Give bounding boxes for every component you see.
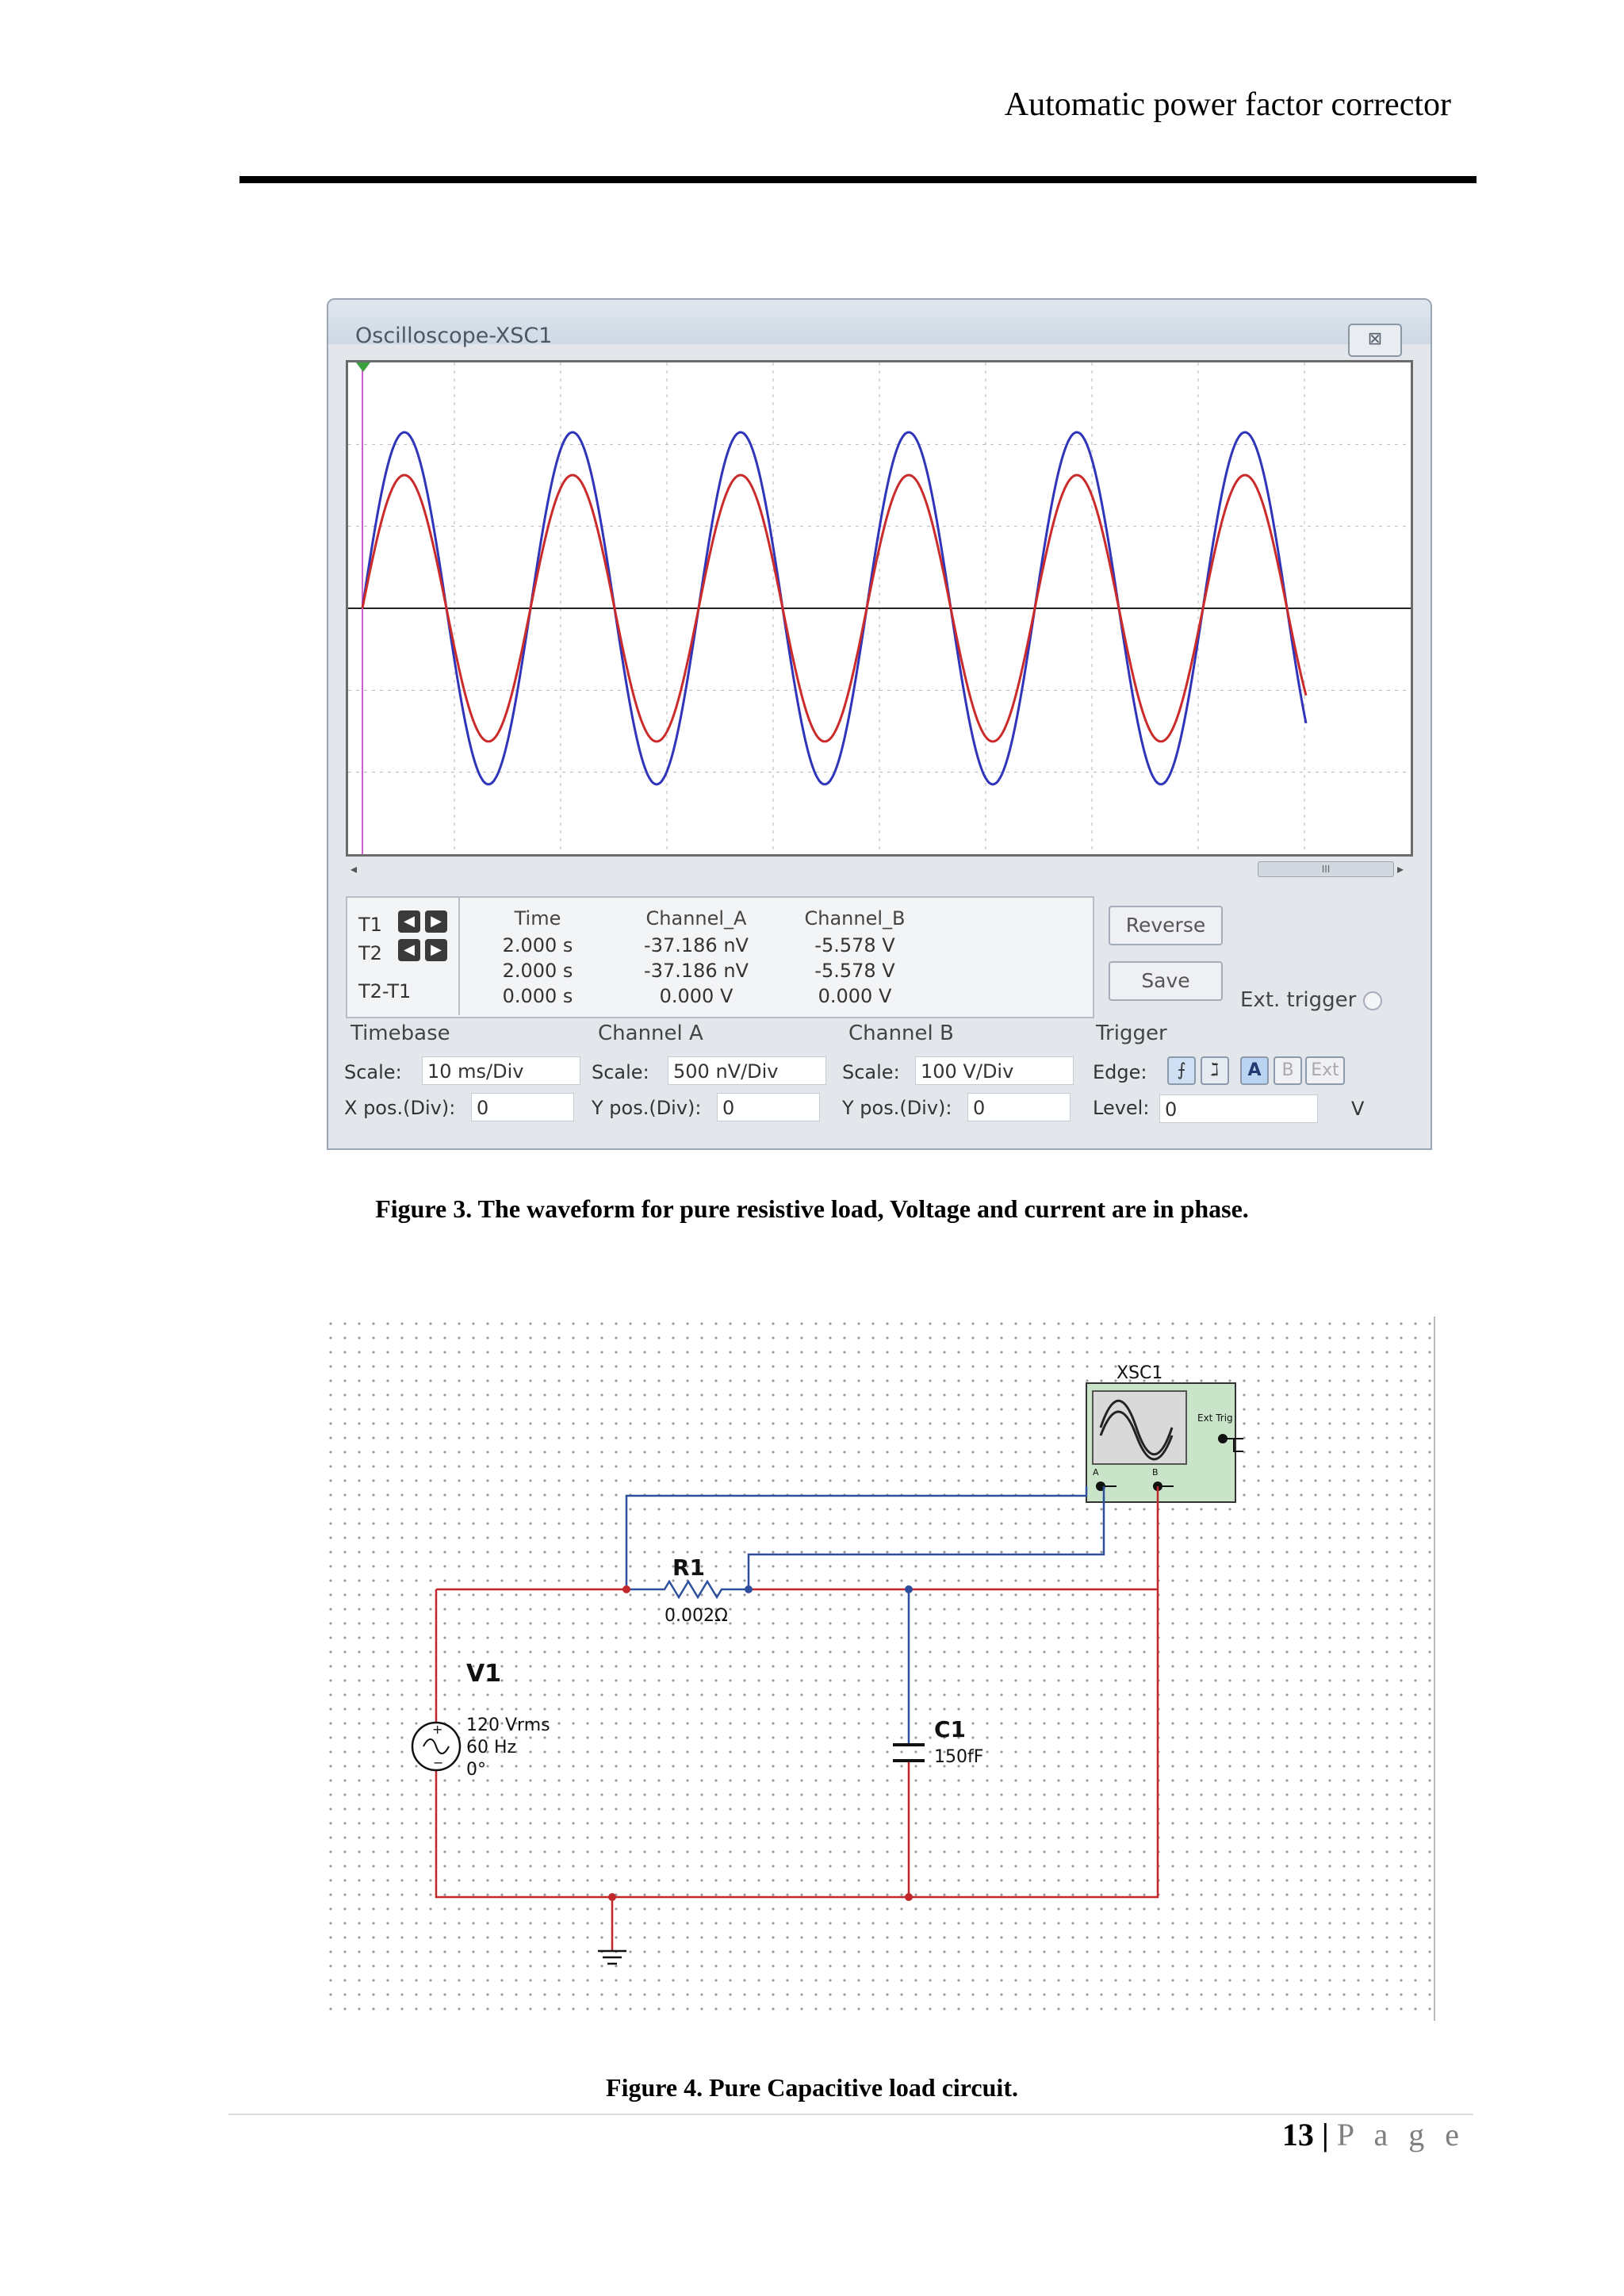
oscilloscope-display: [346, 360, 1413, 857]
trigger-title: Trigger: [1096, 1022, 1167, 1045]
junction-dot: [745, 1585, 753, 1593]
trigger-level-label: Level:: [1093, 1097, 1150, 1119]
channel-b-scale-label: Scale:: [842, 1061, 900, 1083]
ac-source-minus: −: [433, 1755, 443, 1770]
junction-dot: [905, 1585, 913, 1593]
col-head-channel-b: Channel_B: [804, 907, 906, 930]
readout-cell: 0.000 V: [659, 985, 733, 1007]
c1-name: C1: [934, 1716, 966, 1742]
reverse-button[interactable]: Reverse: [1109, 906, 1223, 945]
col-head-time: Time: [514, 907, 561, 930]
page-number-footer: 13 | P a g e: [1189, 2116, 1465, 2153]
scope-instrument-screen: [1092, 1390, 1187, 1465]
c1-value: 150fF: [934, 1747, 983, 1767]
readout-cell: -37.186 nV: [644, 960, 749, 982]
schematic-drawing: XSC1 Ext Trig A B R1 0.002Ω C1 150fF + −…: [411, 1363, 1243, 1965]
oscilloscope-window: Oscilloscope-XSC1 ⊠ ◂ III ▸ T1 ◀ ▶ T2 ◀ …: [327, 298, 1432, 1150]
trigger-source-ext-button[interactable]: Ext: [1305, 1056, 1345, 1085]
timebase-title: Timebase: [350, 1022, 450, 1045]
t1-right-arrow-icon[interactable]: ▶: [425, 910, 447, 933]
figure-4-caption: Figure 4. Pure Capacitive load circuit.: [606, 2073, 1018, 2102]
readout-cell: 2.000 s: [502, 934, 573, 956]
channel-b-scale-field[interactable]: 100 V/Div: [915, 1056, 1074, 1085]
oscilloscope-titlebar: Oscilloscope-XSC1 ⊠: [328, 300, 1431, 357]
ac-source-plus: +: [432, 1722, 442, 1737]
save-button[interactable]: Save: [1109, 961, 1223, 1001]
scope-terminal-a-label: A: [1093, 1467, 1099, 1478]
v1-phase: 0°: [466, 1760, 486, 1780]
trigger-edge-label: Edge:: [1093, 1061, 1147, 1083]
page-number: 13: [1281, 2117, 1314, 2152]
cursor-marker-icon: [356, 362, 370, 372]
scope-label: XSC1: [1116, 1363, 1162, 1383]
v1-frequency: 60 Hz: [466, 1738, 516, 1757]
timebase-xpos-label: X pos.(Div):: [344, 1097, 456, 1119]
v1-voltage: 120 Vrms: [466, 1715, 550, 1735]
scope-terminal-b-label: B: [1152, 1467, 1159, 1478]
power-wire-bottom: [435, 1589, 1159, 1899]
trigger-source-a-button[interactable]: A: [1240, 1056, 1269, 1085]
probe-wire-b: [747, 1486, 1105, 1589]
trigger-level-unit: V: [1351, 1098, 1365, 1120]
junction-dot: [905, 1893, 913, 1901]
readout-cell: -5.578 V: [814, 960, 895, 982]
header-rule: [239, 176, 1477, 183]
row-label-t2: T2: [358, 942, 382, 964]
ext-trigger-radio[interactable]: [1363, 991, 1382, 1010]
r1-value: 0.002Ω: [665, 1606, 728, 1626]
junction-dot: [622, 1585, 630, 1593]
page-separator: |: [1321, 2117, 1329, 2152]
t2-right-arrow-icon[interactable]: ▶: [425, 939, 447, 961]
footer-rule: [228, 2114, 1473, 2115]
readout-cell: 2.000 s: [502, 960, 573, 982]
t2-left-arrow-icon[interactable]: ◀: [398, 939, 420, 961]
scope-ext-trig-label: Ext Trig: [1197, 1412, 1233, 1424]
timebase-scale-label: Scale:: [344, 1061, 402, 1083]
scroll-thumb[interactable]: III: [1258, 861, 1394, 877]
readout-row-labels: T1 ◀ ▶ T2 ◀ ▶ T2-T1: [347, 898, 460, 1015]
resistor-r1: [626, 1579, 749, 1600]
horizontal-scrollbar[interactable]: ◂ III ▸: [346, 861, 1408, 879]
readout-cell: 0.000 V: [818, 985, 892, 1007]
oscilloscope-title: Oscilloscope-XSC1: [355, 324, 553, 348]
trigger-source-b-button[interactable]: B: [1274, 1056, 1302, 1085]
r1-name: R1: [672, 1554, 705, 1581]
rising-edge-icon[interactable]: ⨍: [1167, 1056, 1196, 1085]
close-icon[interactable]: ⊠: [1348, 324, 1402, 357]
page-word: P a g e: [1336, 2117, 1465, 2152]
cursor-readout: T1 ◀ ▶ T2 ◀ ▶ T2-T1 Time Channel_A Chann…: [346, 896, 1094, 1018]
circuit-schematic: XSC1 Ext Trig A B R1 0.002Ω C1 150fF + −…: [324, 1317, 1435, 2021]
ext-trigger-label: Ext. trigger: [1240, 988, 1357, 1012]
channel-a-ypos-label: Y pos.(Div):: [592, 1097, 702, 1119]
figure-3-caption: Figure 3. The waveform for pure resistiv…: [375, 1194, 1249, 1223]
scroll-right-icon[interactable]: ▸: [1397, 861, 1404, 876]
readout-cell: 0.000 s: [502, 985, 573, 1007]
v1-name: V1: [466, 1660, 501, 1688]
channel-b-title: Channel B: [848, 1022, 954, 1045]
channel-b-ypos-label: Y pos.(Div):: [842, 1097, 952, 1119]
running-header-title: Automatic power factor corrector: [1004, 86, 1451, 123]
timebase-scale-field[interactable]: 10 ms/Div: [422, 1056, 580, 1085]
falling-edge-icon[interactable]: ℷ: [1201, 1056, 1229, 1085]
trigger-level-field[interactable]: 0: [1159, 1094, 1318, 1123]
readout-cell: -5.578 V: [814, 934, 895, 956]
t1-left-arrow-icon[interactable]: ◀: [398, 910, 420, 933]
row-label-t1: T1: [358, 914, 382, 936]
channel-a-ypos-field[interactable]: 0: [717, 1093, 820, 1121]
channel-a-scale-field[interactable]: 500 nV/Div: [668, 1056, 826, 1085]
col-head-channel-a: Channel_A: [645, 907, 747, 930]
waveform-plot: [348, 362, 1411, 854]
scroll-left-icon[interactable]: ◂: [350, 861, 357, 876]
timebase-xpos-field[interactable]: 0: [471, 1093, 574, 1121]
channel-a-title: Channel A: [598, 1022, 703, 1045]
channel-a-scale-label: Scale:: [592, 1061, 649, 1083]
readout-cell: -37.186 nV: [644, 934, 749, 956]
junction-dot: [608, 1893, 616, 1901]
row-label-t2-t1: T2-T1: [358, 980, 412, 1002]
channel-b-ypos-field[interactable]: 0: [967, 1093, 1071, 1121]
